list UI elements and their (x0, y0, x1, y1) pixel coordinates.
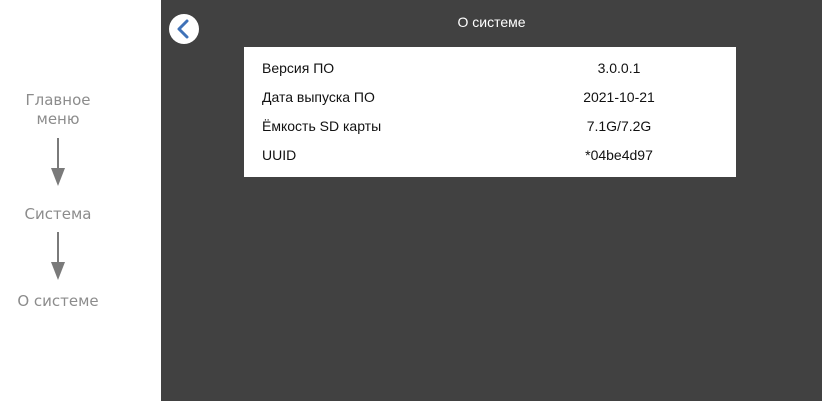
info-value: 3.0.0.1 (597, 60, 641, 76)
info-row-uuid: UUID *04be4d97 (244, 143, 736, 167)
device-screen: О системе Версия ПО 3.0.0.1 Дата выпуска… (161, 0, 822, 401)
info-row-firmware-version: Версия ПО 3.0.0.1 (244, 56, 736, 80)
screen-title: О системе (457, 14, 526, 30)
nav-step-about-system: О системе (17, 292, 99, 310)
info-row-sd-capacity: Ёмкость SD карты 7.1G/7.2G (244, 114, 736, 138)
info-value: 2021-10-21 (583, 89, 655, 105)
arrow-down-icon (51, 232, 65, 280)
system-info-panel: Версия ПО 3.0.0.1 Дата выпуска ПО 2021-1… (244, 47, 736, 177)
navigation-path: Главное меню Система О системе (0, 0, 161, 401)
info-label: UUID (262, 147, 297, 163)
info-label: Ёмкость SD карты (262, 118, 382, 134)
info-value: 7.1G/7.2G (586, 118, 652, 134)
info-row-firmware-date: Дата выпуска ПО 2021-10-21 (244, 85, 736, 109)
info-value: *04be4d97 (585, 147, 653, 163)
nav-step-system: Система (24, 205, 92, 223)
info-label: Дата выпуска ПО (262, 89, 375, 105)
info-label: Версия ПО (262, 60, 335, 76)
arrow-down-icon (51, 138, 65, 186)
nav-step-main-menu: Главное меню (25, 91, 91, 128)
